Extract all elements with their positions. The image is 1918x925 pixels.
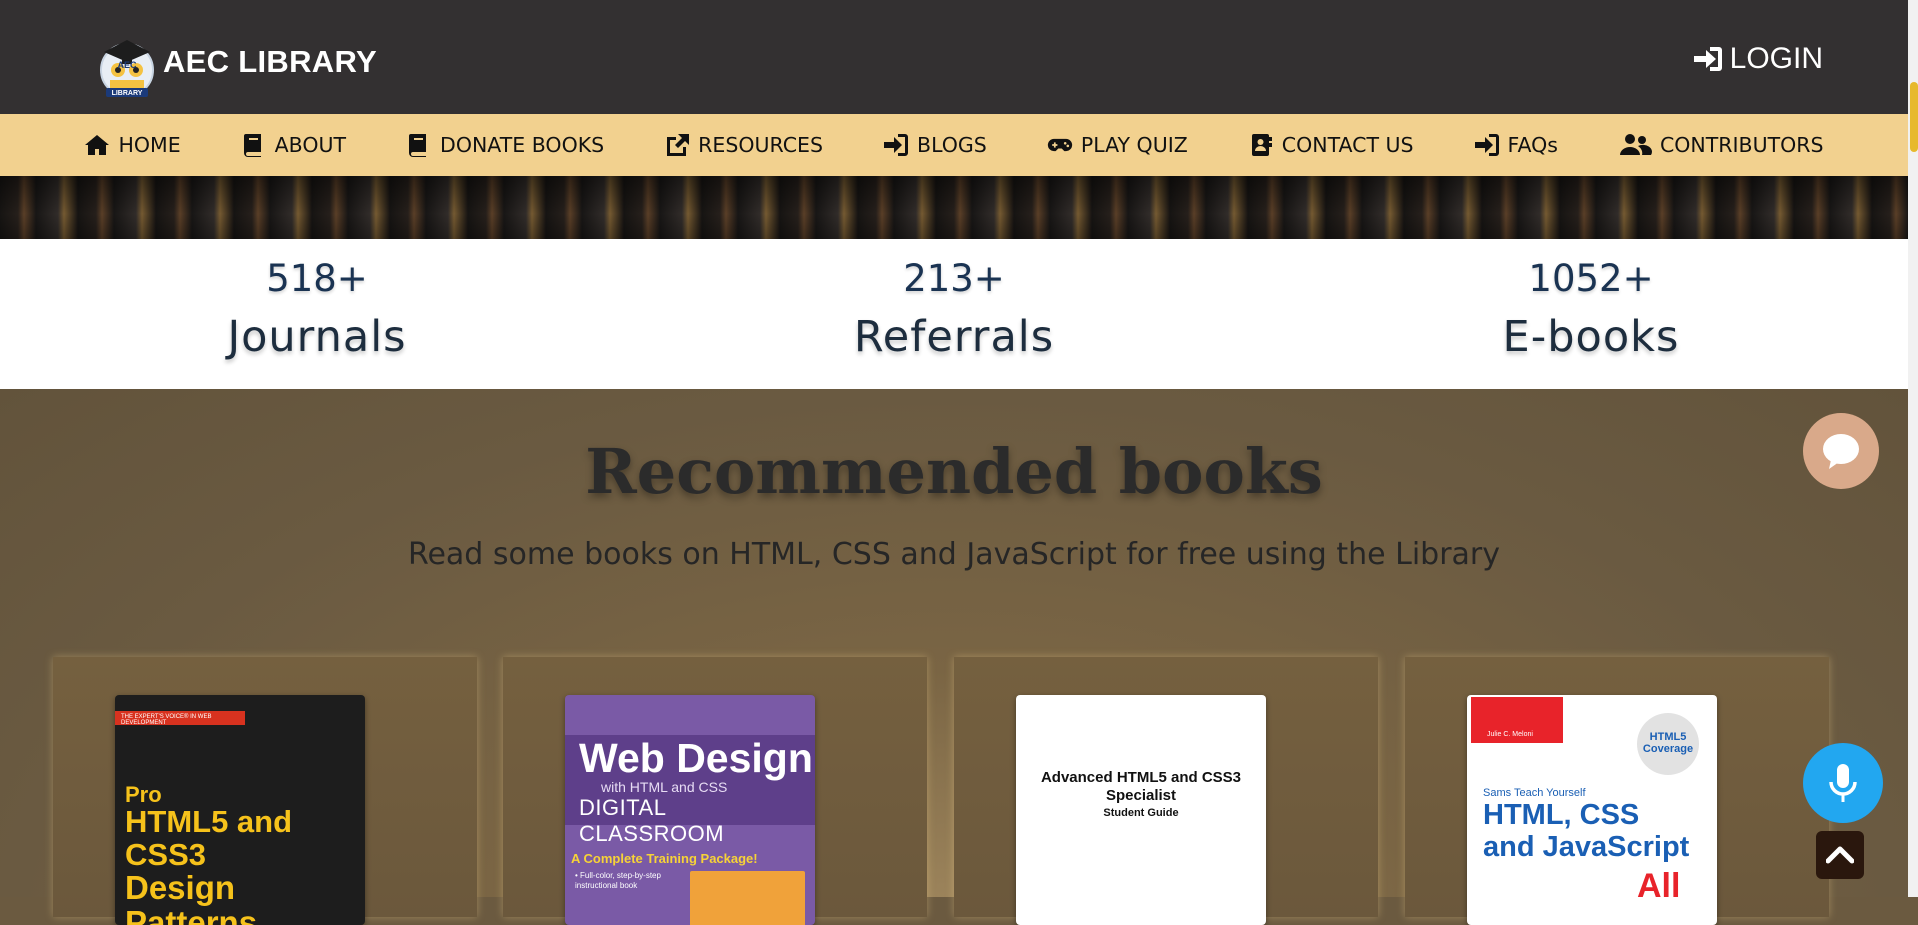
book-card[interactable]: Julie C. Meloni HTML5 Coverage Sams Teac… bbox=[1405, 657, 1829, 925]
coverage-badge: HTML5 Coverage bbox=[1637, 713, 1699, 775]
series-tag: THE EXPERT'S VOICE® IN WEB DEVELOPMENT bbox=[115, 711, 245, 726]
stat-ebooks: 1052+ E-books bbox=[1391, 239, 1791, 362]
voice-search-button[interactable] bbox=[1803, 743, 1883, 823]
book-series: Sams Teach Yourself bbox=[1483, 787, 1586, 799]
stat-value: 518+ bbox=[266, 257, 368, 300]
svg-text:AEC: AEC bbox=[117, 60, 137, 70]
main-nav: HOME ABOUT DONATE BOOKS RESOURCES BLOGS … bbox=[0, 114, 1908, 176]
book-title: HTML, CSS bbox=[1483, 799, 1640, 831]
stat-value: 213+ bbox=[903, 257, 1005, 300]
book-cover[interactable]: Julie C. Meloni HTML5 Coverage Sams Teac… bbox=[1467, 695, 1717, 925]
stat-label: E-books bbox=[1502, 312, 1680, 362]
top-header: AEC LIBRARY AEC LIBRARY LOGIN bbox=[0, 0, 1908, 114]
book-cover[interactable]: Advanced HTML5 and CSS3 Specialist Stude… bbox=[1016, 695, 1266, 925]
home-icon bbox=[85, 135, 110, 155]
book-note: • Full-color, step-by-step instructional… bbox=[575, 871, 661, 890]
section-title: Recommended books bbox=[585, 435, 1323, 508]
book-cover[interactable]: Web Design with HTML and CSS DIGITAL CLA… bbox=[565, 695, 815, 925]
scrollbar-thumb[interactable] bbox=[1910, 82, 1918, 152]
sign-in-icon bbox=[1693, 47, 1722, 71]
sign-in-icon bbox=[1474, 134, 1499, 156]
nav-label: BLOGS bbox=[917, 133, 987, 157]
book-title: Web Design bbox=[579, 735, 813, 781]
chevron-up-icon bbox=[1826, 846, 1854, 864]
nav-about[interactable]: ABOUT bbox=[211, 114, 376, 176]
chat-bubble-icon bbox=[1823, 434, 1859, 469]
nav-label: RESOURCES bbox=[698, 133, 824, 157]
hero-banner-image bbox=[0, 176, 1908, 239]
external-link-icon bbox=[667, 134, 690, 156]
book-card[interactable]: THE EXPERT'S VOICE® IN WEB DEVELOPMENT P… bbox=[53, 657, 477, 925]
book-card[interactable]: Advanced HTML5 and CSS3 Specialist Stude… bbox=[954, 657, 1378, 925]
book-tagline: A Complete Training Package! bbox=[571, 851, 758, 866]
recommended-section: Recommended books Read some books on HTM… bbox=[0, 389, 1908, 925]
book-cover[interactable]: THE EXPERT'S VOICE® IN WEB DEVELOPMENT P… bbox=[115, 695, 365, 925]
book-card[interactable]: Web Design with HTML and CSS DIGITAL CLA… bbox=[503, 657, 927, 925]
scroll-to-top-button[interactable] bbox=[1816, 831, 1864, 879]
nav-label: ABOUT bbox=[274, 133, 347, 157]
nav-label: CONTRIBUTORS bbox=[1659, 133, 1824, 157]
nav-label: PLAY QUIZ bbox=[1080, 133, 1188, 157]
book-title-line2: and JavaScript bbox=[1483, 831, 1690, 863]
book-series: DIGITAL CLASSROOM bbox=[579, 795, 725, 846]
cover-illustration bbox=[690, 871, 805, 925]
stat-label: Referrals bbox=[853, 312, 1055, 362]
book-icon bbox=[243, 134, 261, 157]
stat-referrals: 213+ Referrals bbox=[754, 239, 1154, 362]
stats-section: 518+ Journals 213+ Referrals 1052+ E-boo… bbox=[0, 239, 1908, 389]
stat-journals: 518+ Journals bbox=[117, 239, 517, 362]
stat-label: Journals bbox=[227, 312, 407, 362]
nav-contact-us[interactable]: CONTACT US bbox=[1218, 114, 1444, 176]
login-label: LOGIN bbox=[1729, 42, 1823, 75]
gamepad-icon bbox=[1047, 138, 1072, 152]
login-button[interactable]: LOGIN bbox=[1692, 42, 1823, 76]
nav-donate-books[interactable]: DONATE BOOKS bbox=[376, 114, 634, 176]
nav-contributors[interactable]: CONTRIBUTORS bbox=[1588, 114, 1854, 176]
sign-in-icon bbox=[884, 134, 909, 156]
book-subtitle: with HTML and CSS bbox=[601, 779, 728, 795]
author-tab: Julie C. Meloni bbox=[1471, 697, 1563, 743]
book-title: Advanced HTML5 and CSS3 Specialist bbox=[1040, 769, 1242, 804]
nav-label: FAQs bbox=[1507, 133, 1558, 157]
nav-blogs[interactable]: BLOGS bbox=[853, 114, 1017, 176]
nav-resources[interactable]: RESOURCES bbox=[634, 114, 853, 176]
book-title-line3: All bbox=[1637, 867, 1681, 905]
brand-name[interactable]: AEC LIBRARY bbox=[163, 44, 377, 80]
stat-value: 1052+ bbox=[1528, 257, 1654, 300]
book-subtitle: Student Guide bbox=[1103, 807, 1179, 819]
book-title: Pro HTML5 and CSS3 Design Patterns bbox=[125, 782, 293, 925]
nav-label: CONTACT US bbox=[1281, 133, 1414, 157]
section-subtitle: Read some books on HTML, CSS and JavaScr… bbox=[407, 537, 1501, 572]
nav-home[interactable]: HOME bbox=[54, 114, 210, 176]
microphone-icon bbox=[1829, 764, 1857, 802]
nav-label: HOME bbox=[118, 133, 181, 157]
users-icon bbox=[1619, 134, 1652, 155]
nav-faqs[interactable]: FAQs bbox=[1444, 114, 1588, 176]
svg-text:LIBRARY: LIBRARY bbox=[112, 90, 143, 97]
library-logo[interactable]: AEC LIBRARY bbox=[96, 36, 158, 98]
book-icon bbox=[409, 134, 427, 157]
address-book-icon bbox=[1251, 134, 1272, 156]
nav-play-quiz[interactable]: PLAY QUIZ bbox=[1017, 114, 1218, 176]
chat-button[interactable] bbox=[1803, 413, 1879, 489]
nav-label: DONATE BOOKS bbox=[440, 133, 605, 157]
